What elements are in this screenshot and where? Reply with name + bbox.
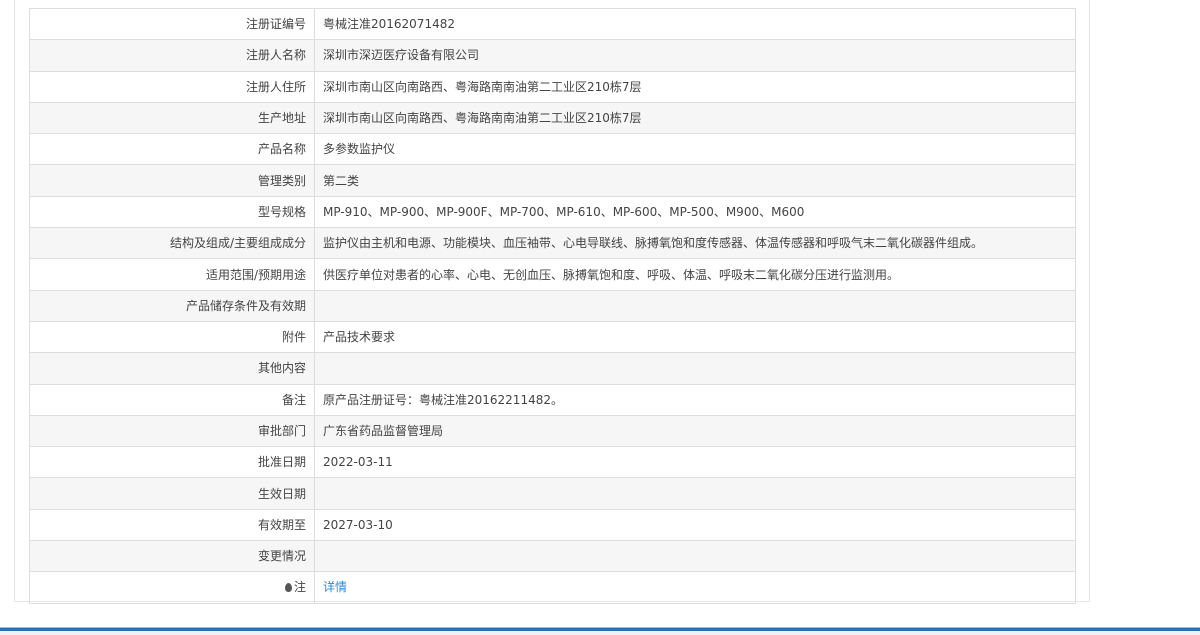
table-row: 型号规格 MP-910、MP-900、MP-900F、MP-700、MP-610、… xyxy=(29,195,1076,229)
table-row: 审批部门 广东省药品监督管理局 xyxy=(29,414,1076,448)
row-value: 原产品注册证号：粤械注准20162211482。 xyxy=(314,383,1076,416)
row-value: 多参数监护仪 xyxy=(314,133,1076,166)
table-row: 结构及组成/主要组成成分 监护仪由主机和电源、功能模块、血压袖带、心电导联线、脉搏… xyxy=(29,227,1076,260)
table-row: 产品名称 多参数监护仪 xyxy=(29,133,1076,166)
row-label: 产品储存条件及有效期 xyxy=(29,289,315,322)
row-label: 注册人名称 xyxy=(29,39,315,72)
table-row: 其他内容 xyxy=(29,352,1076,385)
row-value: 供医疗单位对患者的心率、心电、无创血压、脉搏氧饱和度、呼吸、体温、呼吸末二氧化碳… xyxy=(314,258,1076,291)
details-link[interactable]: 详情 xyxy=(323,580,347,594)
row-value: 产品技术要求 xyxy=(314,320,1076,354)
table-row: 有效期至 2027-03-10 xyxy=(29,508,1076,542)
table-row: 生效日期 xyxy=(29,477,1076,510)
row-value: 深圳市南山区向南路西、粤海路南南油第二工业区210栋7层 xyxy=(314,101,1076,135)
row-label: 变更情况 xyxy=(29,540,315,573)
row-value: 2022-03-11 xyxy=(314,446,1076,479)
table-row: 注册证编号 粤械注准20162071482 xyxy=(29,7,1076,41)
row-label: 备注 xyxy=(29,383,315,416)
row-value: 广东省药品监督管理局 xyxy=(314,414,1076,448)
row-value: 监护仪由主机和电源、功能模块、血压袖带、心电导联线、脉搏氧饱和度传感器、体温传感… xyxy=(314,227,1076,260)
row-value xyxy=(314,477,1076,510)
row-value: 详情 xyxy=(314,571,1076,604)
table-row: 备注 原产品注册证号：粤械注准20162211482。 xyxy=(29,383,1076,416)
row-label: 生效日期 xyxy=(29,477,315,510)
row-label: 注册证编号 xyxy=(29,7,315,41)
row-label: 生产地址 xyxy=(29,101,315,135)
row-value: 粤械注准20162071482 xyxy=(314,7,1076,41)
row-label: 型号规格 xyxy=(29,195,315,229)
table-row-note: 注 详情 xyxy=(29,571,1076,604)
row-value: 第二类 xyxy=(314,164,1076,197)
row-label: 注 xyxy=(29,571,315,604)
row-label: 注册人住所 xyxy=(29,70,315,103)
row-label: 其他内容 xyxy=(29,352,315,385)
table-row: 附件 产品技术要求 xyxy=(29,320,1076,354)
table-row: 适用范围/预期用途 供医疗单位对患者的心率、心电、无创血压、脉搏氧饱和度、呼吸、体… xyxy=(29,258,1076,291)
row-value: MP-910、MP-900、MP-900F、MP-700、MP-610、MP-6… xyxy=(314,195,1076,229)
row-value: 深圳市深迈医疗设备有限公司 xyxy=(314,39,1076,72)
row-label: 结构及组成/主要组成成分 xyxy=(29,227,315,260)
row-value xyxy=(314,352,1076,385)
table-row: 管理类别 第二类 xyxy=(29,164,1076,197)
row-label: 管理类别 xyxy=(29,164,315,197)
row-label: 适用范围/预期用途 xyxy=(29,258,315,291)
registration-detail-table: 注册证编号 粤械注准20162071482 注册人名称 深圳市深迈医疗设备有限公司 注册… xyxy=(29,7,1076,604)
row-value xyxy=(314,540,1076,573)
table-row: 产品储存条件及有效期 xyxy=(29,289,1076,322)
row-label: 批准日期 xyxy=(29,446,315,479)
table-row: 变更情况 xyxy=(29,540,1076,573)
row-value: 2027-03-10 xyxy=(314,508,1076,542)
row-value: 深圳市南山区向南路西、粤海路南南油第二工业区210栋7层 xyxy=(314,70,1076,103)
table-row: 批准日期 2022-03-11 xyxy=(29,446,1076,479)
table-row: 注册人名称 深圳市深迈医疗设备有限公司 xyxy=(29,39,1076,72)
row-value xyxy=(314,289,1076,322)
map-pin-icon xyxy=(284,583,292,593)
row-label: 有效期至 xyxy=(29,508,315,542)
row-label: 产品名称 xyxy=(29,133,315,166)
footer xyxy=(0,631,1200,635)
table-row: 生产地址 深圳市南山区向南路西、粤海路南南油第二工业区210栋7层 xyxy=(29,101,1076,135)
row-label: 审批部门 xyxy=(29,414,315,448)
table-row: 注册人住所 深圳市南山区向南路西、粤海路南南油第二工业区210栋7层 xyxy=(29,70,1076,103)
row-label: 附件 xyxy=(29,320,315,354)
